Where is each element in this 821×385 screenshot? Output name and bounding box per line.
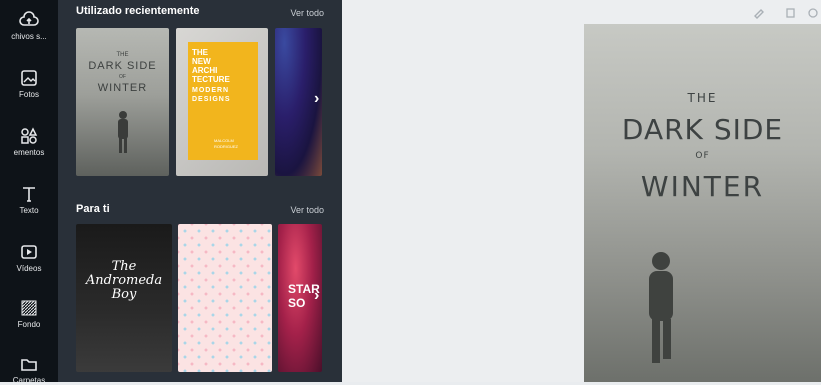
thumb-text-line: THE xyxy=(192,48,208,57)
thumb-text-block: THE NEW ARCHI TECTURE MODERN DESIGNS xyxy=(192,48,231,104)
thumb-text-line: WINTER xyxy=(97,82,148,94)
more-icon[interactable] xyxy=(808,8,818,18)
thumb-text-line: ARCHI xyxy=(192,66,218,75)
template-thumbnail-dark-side-winter[interactable]: THE DARK SIDE OF WINTER xyxy=(76,28,169,176)
see-all-recent-link[interactable]: Ver todo xyxy=(290,8,324,18)
walking-figure-image xyxy=(649,252,673,363)
thumb-text-line: DARK SIDE xyxy=(88,60,157,72)
thumb-text-line: RODRIGUEZ xyxy=(214,144,238,149)
sidebar-item-background[interactable]: Fondo xyxy=(0,298,58,329)
cover-title-line: THE xyxy=(687,91,718,105)
section-title-recent: Utilizado recientemente xyxy=(76,5,200,17)
thumb-text-line: TECTURE xyxy=(192,75,230,84)
design-page[interactable]: THE DARK SIDE OF WINTER xyxy=(584,24,821,382)
edit-icon[interactable] xyxy=(754,9,764,19)
photo-icon xyxy=(21,70,37,86)
thumb-text-line: MODERN xyxy=(192,87,230,94)
shapes-icon xyxy=(21,127,38,144)
thumb-text-line: Andromeda xyxy=(85,273,163,288)
thumb-text-line: Boy xyxy=(111,287,137,302)
thumb-text-line: THE xyxy=(116,52,129,58)
video-icon xyxy=(21,245,37,259)
cover-title-line: DARK SIDE xyxy=(621,113,784,146)
template-thumbnail-pastel-dots[interactable] xyxy=(178,224,272,372)
see-all-for-you-link[interactable]: Ver todo xyxy=(290,205,324,215)
sidebar-item-text[interactable]: Texto xyxy=(0,184,58,215)
thumb-text-block: The Andromeda Boy xyxy=(76,260,172,302)
page-tool-icons xyxy=(754,8,818,19)
sidebar-item-label: ementos xyxy=(13,148,45,157)
section-title-for-you: Para ti xyxy=(76,203,110,215)
cover-title-line: OF xyxy=(695,151,710,161)
walking-figure-image xyxy=(118,111,128,153)
sidebar-item-elements[interactable]: ementos xyxy=(0,126,58,157)
sidebar-item-label: Vídeos xyxy=(16,264,42,273)
sidebar-item-folders[interactable]: Carpetas xyxy=(0,354,58,385)
thumb-text-line: OF xyxy=(119,74,126,80)
template-thumbnail-new-architecture[interactable]: THE NEW ARCHI TECTURE MODERN DESIGNS MAL… xyxy=(176,28,268,176)
thumb-text-line: DESIGNS xyxy=(192,96,231,103)
sidebar-item-photos[interactable]: Fotos xyxy=(0,68,58,99)
folder-icon xyxy=(21,359,37,371)
scroll-right-arrow-icon[interactable]: › xyxy=(314,287,319,305)
text-icon xyxy=(23,187,35,202)
thumb-author: MALCOLM RODRIGUEZ xyxy=(214,138,238,150)
sidebar-item-label: Texto xyxy=(19,206,39,215)
sidebar-item-label: Carpetas xyxy=(12,376,46,385)
sidebar-rail: chivos s... Fotos ementos Texto Vídeos F… xyxy=(0,0,58,385)
background-icon xyxy=(21,300,37,316)
cover-title-line: WINTER xyxy=(640,170,765,203)
page-tools xyxy=(751,6,821,25)
thumb-text-line: The xyxy=(111,259,137,274)
templates-panel: Utilizado recientemente Ver todo THE DAR… xyxy=(58,0,342,382)
sidebar-item-videos[interactable]: Vídeos xyxy=(0,242,58,273)
sidebar-item-uploads[interactable]: chivos s... xyxy=(0,10,58,41)
template-thumbnail-andromeda-boy[interactable]: The Andromeda Boy xyxy=(76,224,172,372)
scroll-right-arrow-icon[interactable]: › xyxy=(314,90,319,108)
sidebar-item-label: chivos s... xyxy=(11,32,47,41)
cloud-upload-icon xyxy=(19,11,39,26)
copy-icon[interactable] xyxy=(786,8,795,18)
thumb-text-line: NEW xyxy=(192,57,211,66)
sidebar-item-label: Fotos xyxy=(18,90,39,99)
sidebar-item-label: Fondo xyxy=(17,320,41,329)
